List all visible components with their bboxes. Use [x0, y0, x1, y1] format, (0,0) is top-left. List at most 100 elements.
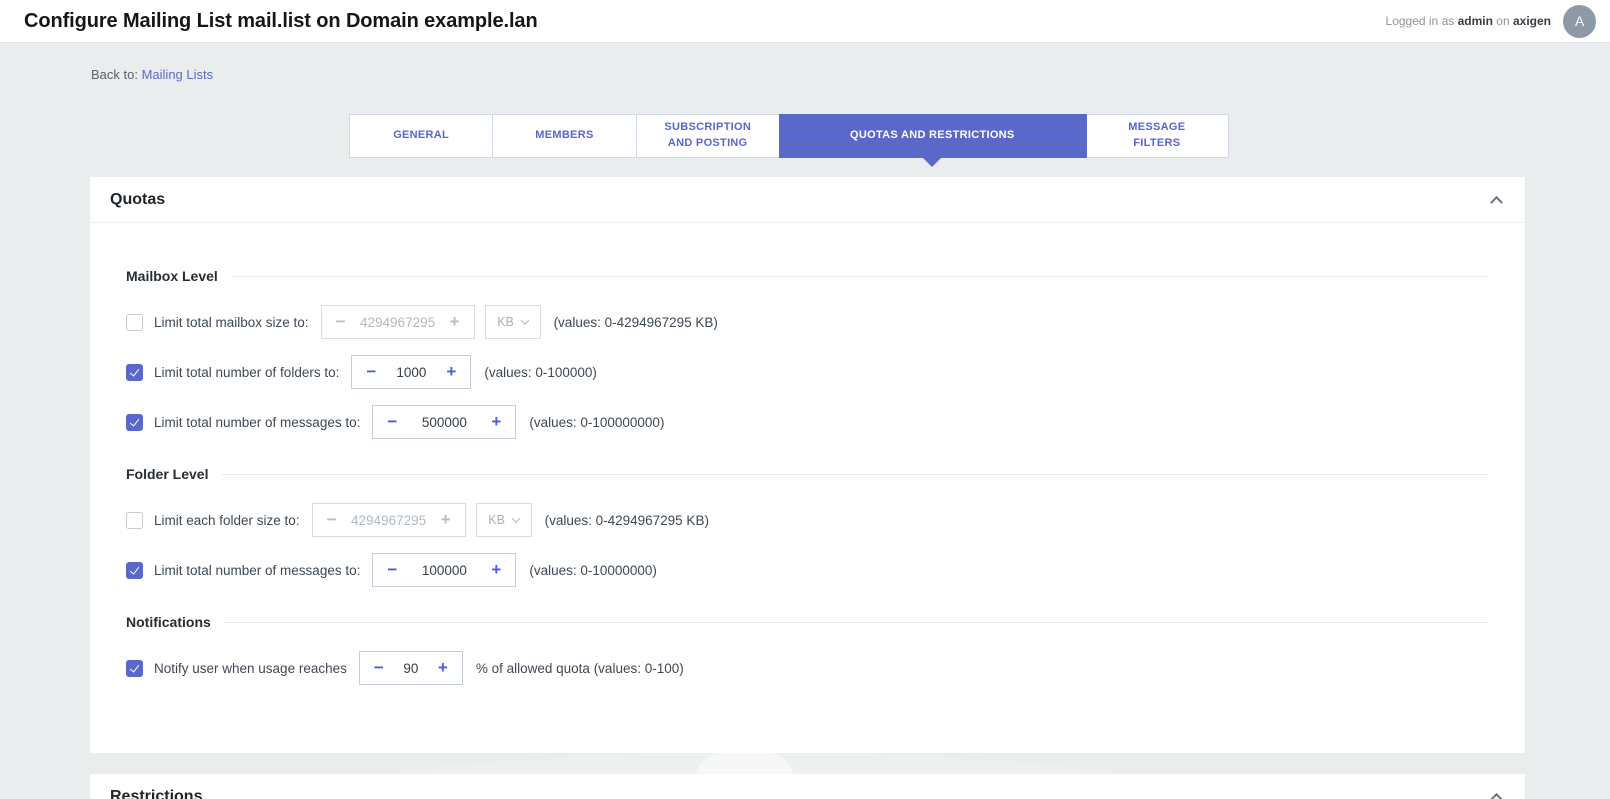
- checkbox[interactable]: [126, 364, 143, 381]
- quota-row-hint: (values: 0-10000000): [529, 563, 657, 578]
- checkbox[interactable]: [126, 660, 143, 677]
- quota-group-title: Mailbox Level: [126, 268, 218, 284]
- quota-row-hint: (values: 0-100000000): [529, 415, 664, 430]
- stepper-value-input[interactable]: [398, 661, 424, 676]
- quota-group-title: Notifications: [126, 614, 211, 630]
- quota-group-rows: Limit total mailbox size to: − + KB (val…: [126, 305, 1489, 439]
- top-bar: Configure Mailing List mail.list on Doma…: [0, 0, 1610, 43]
- quota-group-title: Folder Level: [126, 466, 208, 482]
- tab-label: SUBSCRIPTION AND POSTING: [655, 120, 761, 152]
- logged-in-text: Logged in as admin on axigen: [1386, 14, 1551, 28]
- decrement-button[interactable]: −: [360, 659, 398, 678]
- stepper-value-input[interactable]: [411, 415, 477, 430]
- main-content: Back to: Mailing Lists GENERAL MEMBERS S…: [0, 43, 1610, 799]
- stepper-value-input[interactable]: [411, 563, 477, 578]
- decrement-button[interactable]: −: [313, 511, 351, 530]
- quantity-stepper[interactable]: − +: [351, 355, 471, 389]
- quota-group-notifications: Notifications Notify user when usage rea…: [126, 613, 1489, 685]
- avatar[interactable]: A: [1563, 5, 1596, 38]
- stepper-value-input[interactable]: [390, 365, 432, 380]
- chevron-down-icon: [512, 514, 520, 522]
- unit-select[interactable]: KB: [485, 305, 541, 339]
- chevron-up-icon[interactable]: [1490, 196, 1503, 209]
- checkbox[interactable]: [126, 414, 143, 431]
- quantity-stepper[interactable]: − +: [372, 553, 516, 587]
- quota-row: Limit total mailbox size to: − + KB (val…: [126, 305, 1489, 339]
- tab-label: MESSAGE FILTERS: [1104, 120, 1210, 152]
- quota-row-hint: % of allowed quota (values: 0-100): [476, 661, 684, 676]
- quota-row-label: Limit each folder size to:: [154, 513, 300, 528]
- restrictions-section-header[interactable]: Restrictions: [90, 774, 1525, 799]
- quota-row-hint: (values: 0-100000): [484, 365, 597, 380]
- quota-row: Limit total number of folders to: − + (v…: [126, 355, 1489, 389]
- quota-group-folder-level: Folder Level Limit each folder size to: …: [126, 465, 1489, 587]
- quota-row-hint: (values: 0-4294967295 KB): [545, 513, 709, 528]
- restrictions-card: Restrictions: [90, 774, 1525, 799]
- unit-select-value: KB: [488, 513, 505, 527]
- breadcrumb-label: Back to:: [91, 67, 138, 82]
- tab-members[interactable]: MEMBERS: [493, 115, 636, 157]
- quota-group-header: Mailbox Level: [126, 267, 1489, 285]
- increment-button[interactable]: +: [424, 659, 462, 678]
- increment-button[interactable]: +: [477, 561, 515, 580]
- logged-in-status: Logged in as admin on axigen A: [1386, 5, 1596, 38]
- quota-row: Limit total number of messages to: − + (…: [126, 553, 1489, 587]
- increment-button[interactable]: +: [477, 413, 515, 432]
- quantity-stepper[interactable]: − +: [359, 651, 463, 685]
- decrement-button[interactable]: −: [322, 313, 360, 332]
- stepper-value-input[interactable]: [360, 315, 436, 330]
- tab-subscription-and-posting[interactable]: SUBSCRIPTION AND POSTING: [637, 115, 780, 157]
- decrement-button[interactable]: −: [352, 363, 390, 382]
- chevron-down-icon: [521, 316, 529, 324]
- quantity-stepper[interactable]: − +: [312, 503, 466, 537]
- quota-row-label: Limit total mailbox size to:: [154, 315, 309, 330]
- checkbox[interactable]: [126, 314, 143, 331]
- quotas-section-header[interactable]: Quotas: [90, 177, 1525, 223]
- checkbox[interactable]: [126, 562, 143, 579]
- quantity-stepper[interactable]: − +: [372, 405, 516, 439]
- tab-label: QUOTAS AND RESTRICTIONS: [850, 128, 1015, 144]
- quota-group-rows: Notify user when usage reaches − + % of …: [126, 651, 1489, 685]
- quota-groups: Mailbox Level Limit total mailbox size t…: [90, 223, 1525, 753]
- breadcrumb: Back to: Mailing Lists: [90, 43, 1525, 82]
- tab-message-filters[interactable]: MESSAGE FILTERS: [1086, 115, 1228, 157]
- unit-select-value: KB: [497, 315, 514, 329]
- quota-group-rows: Limit each folder size to: − + KB (value…: [126, 503, 1489, 587]
- quota-group-header: Folder Level: [126, 465, 1489, 483]
- logged-in-prefix: Logged in as: [1386, 14, 1455, 28]
- quota-group-mailbox-level: Mailbox Level Limit total mailbox size t…: [126, 267, 1489, 439]
- unit-select[interactable]: KB: [476, 503, 532, 537]
- logged-in-connector: on: [1496, 14, 1509, 28]
- checkmark-icon: [130, 366, 139, 376]
- logged-in-server: axigen: [1513, 14, 1551, 28]
- page-title: Configure Mailing List mail.list on Doma…: [24, 10, 538, 33]
- increment-button[interactable]: +: [427, 511, 465, 530]
- tab-label: GENERAL: [393, 128, 449, 144]
- chevron-up-icon[interactable]: [1490, 793, 1503, 799]
- divider: [225, 622, 1489, 623]
- increment-button[interactable]: +: [432, 363, 470, 382]
- quantity-stepper[interactable]: − +: [321, 305, 475, 339]
- checkbox[interactable]: [126, 512, 143, 529]
- quota-row: Limit total number of messages to: − + (…: [126, 405, 1489, 439]
- quota-row-hint: (values: 0-4294967295 KB): [554, 315, 718, 330]
- quota-row-label: Notify user when usage reaches: [154, 661, 347, 676]
- decrement-button[interactable]: −: [373, 413, 411, 432]
- stepper-value-input[interactable]: [351, 513, 427, 528]
- restrictions-section-title: Restrictions: [110, 788, 202, 799]
- quota-row: Limit each folder size to: − + KB (value…: [126, 503, 1489, 537]
- decrement-button[interactable]: −: [373, 561, 411, 580]
- tab-label: MEMBERS: [535, 128, 593, 144]
- checkmark-icon: [130, 416, 139, 426]
- checkmark-icon: [130, 564, 139, 574]
- quota-row: Notify user when usage reaches − + % of …: [126, 651, 1489, 685]
- divider: [222, 474, 1489, 475]
- divider: [232, 276, 1489, 277]
- quota-row-label: Limit total number of folders to:: [154, 365, 339, 380]
- checkmark-icon: [130, 662, 139, 672]
- back-to-mailing-lists-link[interactable]: Mailing Lists: [142, 67, 214, 82]
- tab-bar: GENERAL MEMBERS SUBSCRIPTION AND POSTING…: [349, 114, 1229, 158]
- tab-general[interactable]: GENERAL: [350, 115, 493, 157]
- tab-quotas-and-restrictions[interactable]: QUOTAS AND RESTRICTIONS: [779, 114, 1087, 158]
- increment-button[interactable]: +: [436, 313, 474, 332]
